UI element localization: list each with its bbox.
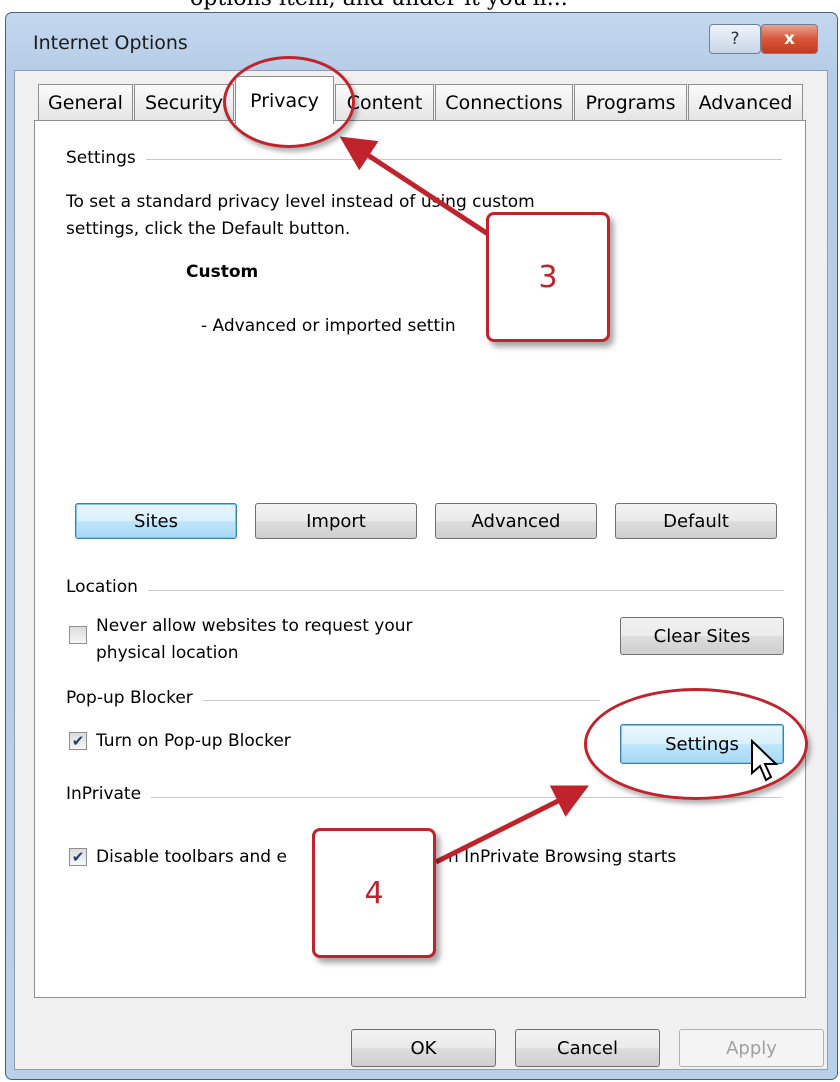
- pointer-cursor-icon: [751, 739, 779, 782]
- tab-label: Security: [144, 92, 224, 114]
- clear-sites-button[interactable]: Clear Sites: [620, 617, 784, 655]
- location-checkbox[interactable]: [69, 626, 87, 644]
- tab-label: General: [48, 92, 123, 114]
- default-button[interactable]: Default: [615, 503, 777, 539]
- button-label: Apply: [726, 1037, 777, 1059]
- tab-label: Programs: [585, 92, 676, 114]
- inprivate-checkbox[interactable]: ✔: [69, 848, 87, 866]
- help-button[interactable]: ?: [709, 24, 761, 54]
- step-3-number: 3: [538, 259, 558, 295]
- apply-button: Apply: [679, 1029, 824, 1067]
- location-label-line1: Never allow websites to request your: [96, 616, 413, 636]
- privacy-level-description: - Advanced or imported settin: [201, 316, 456, 336]
- check-icon: ✔: [71, 732, 85, 750]
- settings-divider: [66, 159, 782, 160]
- popup-blocker-checkbox[interactable]: ✔: [69, 732, 87, 750]
- location-divider: [66, 590, 784, 591]
- popup-blocker-label: Turn on Pop-up Blocker: [96, 731, 291, 751]
- window-title: Internet Options: [33, 32, 188, 54]
- close-button[interactable]: x: [761, 24, 818, 54]
- button-label: Cancel: [557, 1037, 618, 1059]
- button-label: Import: [306, 510, 366, 532]
- advanced-button[interactable]: Advanced: [435, 503, 597, 539]
- tab-programs[interactable]: Programs: [574, 84, 687, 121]
- top-text: options item, and under it you'll...: [190, 0, 568, 11]
- help-icon: ?: [730, 29, 740, 49]
- sites-button[interactable]: Sites: [75, 503, 237, 539]
- step-4-callout: 4: [312, 828, 436, 958]
- settings-heading: Settings: [66, 148, 146, 168]
- location-heading: Location: [66, 577, 148, 597]
- tab-security[interactable]: Security: [134, 84, 234, 121]
- settings-desc-line2: settings, click the Default button.: [66, 219, 351, 239]
- privacy-level: Custom: [186, 262, 259, 282]
- tab-general[interactable]: General: [38, 84, 133, 121]
- tab-connections[interactable]: Connections: [435, 84, 573, 121]
- step-4-number: 4: [364, 875, 384, 911]
- button-label: Sites: [134, 510, 178, 532]
- inprivate-label-left: Disable toolbars and e: [96, 847, 287, 867]
- cancel-button[interactable]: Cancel: [515, 1029, 660, 1067]
- button-label: Default: [663, 510, 729, 532]
- button-label: OK: [410, 1037, 437, 1059]
- tab-label: Connections: [445, 92, 563, 114]
- inprivate-heading: InPrivate: [66, 784, 152, 804]
- button-label: Advanced: [471, 510, 561, 532]
- settings-desc-line1: To set a standard privacy level instead …: [66, 192, 535, 212]
- privacy-tab-highlight-ring: [223, 56, 355, 148]
- tab-label: Content: [346, 92, 423, 114]
- import-button[interactable]: Import: [255, 503, 417, 539]
- location-label-line2: physical location: [96, 643, 239, 663]
- ok-button[interactable]: OK: [351, 1029, 496, 1067]
- check-icon: ✔: [71, 848, 85, 866]
- close-icon: x: [784, 29, 795, 49]
- tab-advanced[interactable]: Advanced: [688, 84, 803, 121]
- step-3-callout: 3: [486, 212, 610, 342]
- button-label: Clear Sites: [653, 625, 751, 647]
- inprivate-label-right: n InPrivate Browsing starts: [448, 847, 677, 867]
- popup-blocker-heading: Pop-up Blocker: [66, 688, 203, 708]
- tab-label: Advanced: [698, 92, 793, 114]
